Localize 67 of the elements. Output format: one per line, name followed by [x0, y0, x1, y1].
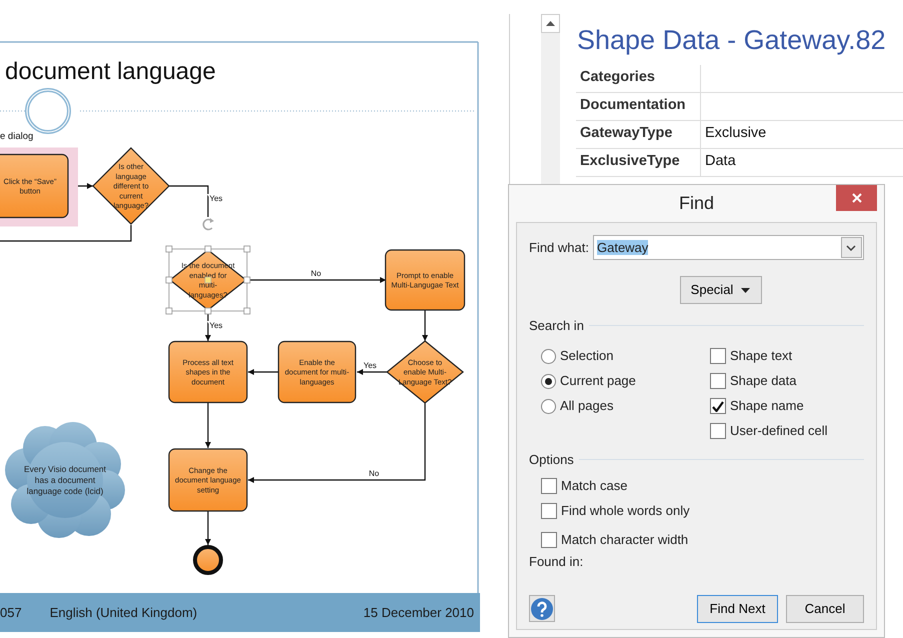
up-arrow-icon [546, 21, 555, 26]
connector-label: No [368, 469, 380, 478]
checkbox-label: User-defined cell [730, 422, 828, 440]
connector-line [357, 369, 387, 375]
help-icon [531, 598, 553, 620]
checkbox[interactable] [710, 398, 726, 414]
radio-button[interactable] [541, 374, 556, 388]
checkbox[interactable] [710, 348, 726, 364]
cloud-label: Every Visio document has a document language code (lcid) [24, 464, 106, 496]
checkbox-label: Shape text [730, 347, 792, 366]
property-value: Data [705, 152, 736, 172]
close-button[interactable] [836, 185, 877, 211]
radio-label: Current page [560, 372, 636, 390]
property-name: GatewayType [580, 124, 672, 144]
dropdown-button[interactable] [840, 237, 862, 258]
checkbox[interactable] [710, 373, 726, 389]
property-value: Exclusive [705, 124, 766, 144]
found-in-label: Found in: [529, 553, 584, 571]
connector-label: Yes [363, 361, 377, 370]
caret-icon [741, 288, 750, 292]
connector-line [205, 403, 211, 448]
page-number: 057 [0, 604, 22, 622]
connector-label: No [310, 269, 322, 278]
chevron-down-icon [846, 244, 856, 250]
radio-option[interactable]: Current page [541, 368, 710, 394]
checkbox[interactable] [710, 423, 726, 439]
language-text: English (United Kingdom) [50, 604, 198, 622]
checkbox[interactable] [541, 478, 557, 494]
checkbox-label: Shape data [730, 372, 797, 390]
connector-line [205, 511, 211, 545]
checkbox-label: Match character width [561, 530, 688, 549]
section-heading: Search in [529, 317, 584, 335]
section-heading: Options [529, 450, 574, 469]
checkbox[interactable] [541, 502, 557, 518]
connector-line [169, 185, 209, 217]
checkbox-label: Shape name [730, 397, 804, 416]
dialog-button[interactable]: Cancel [786, 594, 864, 622]
connector-line [248, 369, 279, 375]
radio-button[interactable] [541, 348, 556, 364]
date-text: 15 December 2010 [363, 604, 474, 622]
checkbox-label: Find whole words only [561, 502, 690, 520]
special-button[interactable]: Special [680, 276, 762, 304]
radio-label: Selection [560, 347, 614, 366]
scroll-up-button[interactable] [541, 14, 560, 33]
connector-label: Yes [209, 321, 223, 330]
dialog-title: Find [678, 192, 714, 215]
panel-title: Shape Data - Gateway.82 [577, 24, 887, 57]
close-icon [852, 193, 862, 203]
checkbox[interactable] [541, 532, 557, 548]
diagram-title: document language [5, 58, 216, 85]
checkbox-label: Match case [561, 476, 628, 495]
connector-line [422, 310, 428, 341]
checkmark-icon [712, 400, 724, 412]
radio-button[interactable] [541, 398, 556, 414]
property-name: Categories [580, 68, 655, 88]
find-what-field[interactable]: Gateway [592, 235, 864, 260]
lane-label: e dialog [0, 131, 34, 142]
radio-option[interactable]: Selection [541, 344, 710, 368]
radio-label: All pages [560, 397, 614, 416]
find-what-label: Find what: [529, 238, 589, 257]
connector-label: Yes [209, 194, 223, 203]
property-name: ExclusiveType [580, 152, 680, 172]
dialog-button[interactable]: Find Next [697, 594, 778, 622]
rotate-handle-icon[interactable] [202, 218, 214, 230]
property-name: Documentation [580, 96, 686, 116]
help-button[interactable] [529, 595, 555, 622]
radio-option[interactable]: All pages [541, 394, 710, 418]
